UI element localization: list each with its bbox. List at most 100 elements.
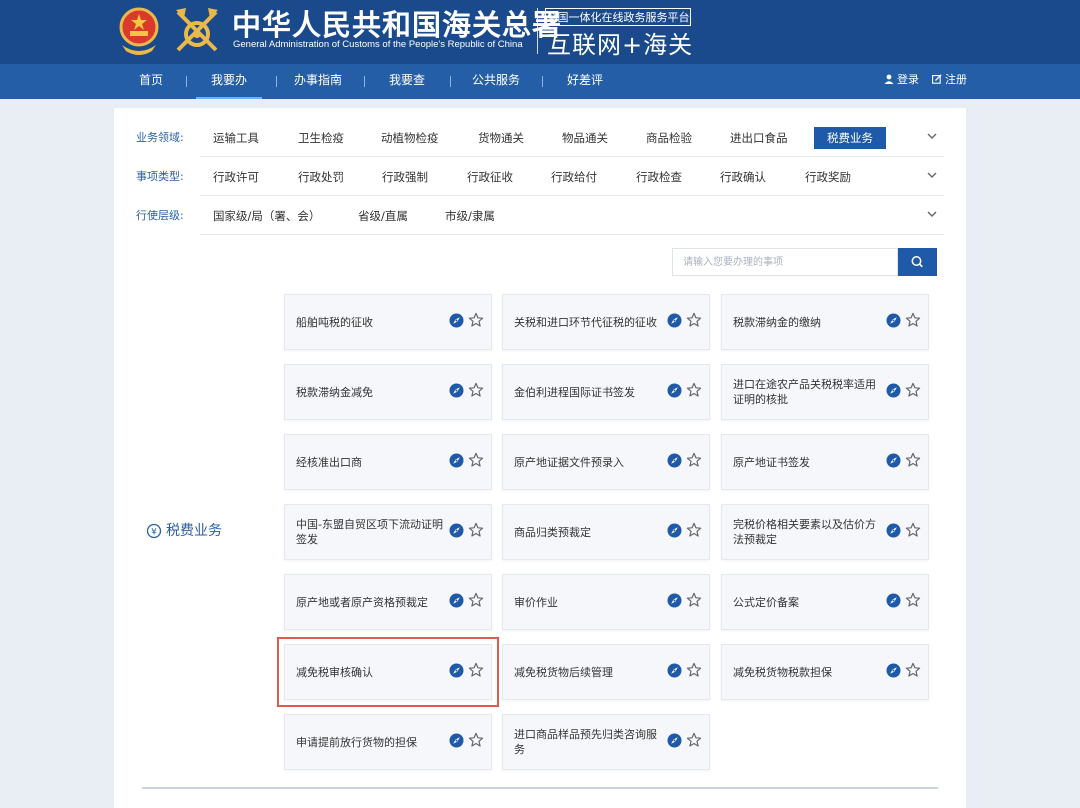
star-icon[interactable] [468,522,484,538]
service-card[interactable]: 减免税货物税款担保 [721,644,929,700]
compass-icon[interactable] [886,663,901,678]
service-card-highlighted[interactable]: 减免税审核确认 [277,637,499,707]
service-card[interactable]: 税款滞纳金的缴纳 [721,294,929,350]
compass-icon[interactable] [886,593,901,608]
compass-icon[interactable] [886,523,901,538]
filter-option[interactable]: 行政许可 [203,166,269,188]
filter-option[interactable]: 卫生检疫 [288,127,354,149]
filter-option[interactable]: 国家级/局（署、会） [203,205,330,227]
service-card[interactable]: 减免税货物后续管理 [502,644,710,700]
star-icon[interactable] [468,662,484,678]
search-input[interactable] [673,249,917,275]
search-button[interactable] [898,248,937,276]
nav-item-home[interactable]: 首页 [130,64,172,99]
search-box [672,248,917,276]
login-link[interactable]: 登录 [884,64,919,99]
filter-option[interactable]: 商品检验 [636,127,702,149]
service-card[interactable]: 审价作业 [502,574,710,630]
service-card[interactable]: 公式定价备案 [721,574,929,630]
nav-item-rating[interactable]: 好差评 [562,64,608,99]
star-icon[interactable] [468,592,484,608]
compass-icon[interactable] [449,453,464,468]
chevron-down-icon[interactable] [926,130,938,142]
compass-icon[interactable] [886,453,901,468]
service-card[interactable]: 完税价格相关要素以及估价方法预裁定 [721,504,929,560]
service-card[interactable]: 船舶吨税的征收 [284,294,492,350]
service-card[interactable]: 税款滞纳金减免 [284,364,492,420]
compass-icon[interactable] [667,593,682,608]
compass-icon[interactable] [667,733,682,748]
service-card-title: 公式定价备案 [733,595,799,609]
star-icon[interactable] [905,662,921,678]
compass-icon[interactable] [449,593,464,608]
filter-label: 事项类型: [136,170,184,183]
service-card[interactable]: 金伯利进程国际证书签发 [502,364,710,420]
star-icon[interactable] [905,592,921,608]
filter-option[interactable]: 动植物检疫 [371,127,449,149]
nav-item-guide[interactable]: 办事指南 [290,64,346,99]
star-icon[interactable] [686,732,702,748]
star-icon[interactable] [686,522,702,538]
nav-item-public-service[interactable]: 公共服务 [468,64,524,99]
compass-icon[interactable] [449,663,464,678]
filter-option[interactable]: 行政检查 [626,166,692,188]
star-icon[interactable] [905,382,921,398]
filter-option[interactable]: 行政给付 [541,166,607,188]
compass-icon[interactable] [449,733,464,748]
national-emblem-icon [119,7,159,55]
service-card[interactable]: 关税和进口环节代征税的征收 [502,294,710,350]
compass-icon[interactable] [667,383,682,398]
service-card[interactable]: 中国-东盟自贸区项下流动证明签发 [284,504,492,560]
compass-icon[interactable] [886,313,901,328]
filter-option[interactable]: 进出口食品 [720,127,798,149]
register-link[interactable]: 注册 [932,64,967,99]
chevron-down-icon[interactable] [926,169,938,181]
filter-option[interactable]: 省级/直属 [348,205,418,227]
filter-option[interactable]: 货物通关 [468,127,534,149]
nav-item-todo[interactable]: 我要办 [196,64,262,99]
service-card[interactable]: 原产地或者原产资格预裁定 [284,574,492,630]
filter-option[interactable]: 运输工具 [203,127,269,149]
star-icon[interactable] [468,382,484,398]
star-icon[interactable] [905,452,921,468]
row-divider [200,234,944,235]
star-icon[interactable] [905,312,921,328]
filter-option-selected[interactable]: 税费业务 [814,127,886,149]
nav-item-query[interactable]: 我要查 [384,64,430,99]
compass-icon[interactable] [667,523,682,538]
star-icon[interactable] [905,522,921,538]
filter-option[interactable]: 行政强制 [372,166,438,188]
filter-option[interactable]: 行政处罚 [288,166,354,188]
nav-separator [542,76,543,87]
compass-icon[interactable] [667,663,682,678]
star-icon[interactable] [686,312,702,328]
service-card-title: 审价作业 [514,595,558,609]
filter-option[interactable]: 市级/隶属 [435,205,505,227]
service-card[interactable]: 经核准出口商 [284,434,492,490]
filter-option[interactable]: 行政确认 [710,166,776,188]
compass-icon[interactable] [449,313,464,328]
filter-option[interactable]: 行政奖励 [795,166,861,188]
star-icon[interactable] [468,452,484,468]
compass-icon[interactable] [667,313,682,328]
compass-icon[interactable] [886,383,901,398]
service-card[interactable]: 申请提前放行货物的担保 [284,714,492,770]
chevron-down-icon[interactable] [926,208,938,220]
star-icon[interactable] [468,312,484,328]
star-icon[interactable] [686,592,702,608]
service-card[interactable]: 进口在途农产品关税税率适用证明的核批 [721,364,929,420]
compass-icon[interactable] [667,453,682,468]
filter-option[interactable]: 行政征收 [457,166,523,188]
filter-option[interactable]: 物品通关 [552,127,618,149]
tax-category-icon: ¥ [146,523,162,539]
service-card[interactable]: 商品归类预裁定 [502,504,710,560]
star-icon[interactable] [686,382,702,398]
service-card[interactable]: 原产地证据文件预录入 [502,434,710,490]
star-icon[interactable] [468,732,484,748]
service-card[interactable]: 进口商品样品预先归类咨询服务 [502,714,710,770]
star-icon[interactable] [686,452,702,468]
service-card[interactable]: 原产地证书签发 [721,434,929,490]
compass-icon[interactable] [449,523,464,538]
compass-icon[interactable] [449,383,464,398]
star-icon[interactable] [686,662,702,678]
